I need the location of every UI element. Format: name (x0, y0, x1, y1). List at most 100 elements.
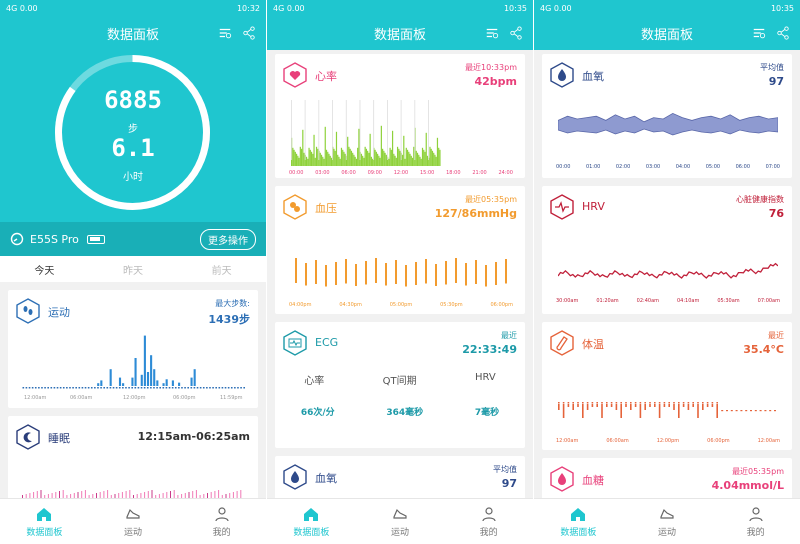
ecg-title: ECG (315, 336, 339, 349)
network-indicator: 4G 0.00 (540, 3, 572, 13)
hr-bar (423, 149, 425, 166)
share-icon[interactable] (242, 26, 256, 40)
hr-bar (308, 147, 310, 166)
more-actions-button[interactable]: 更多操作 (200, 228, 256, 250)
temp-bar (582, 404, 584, 418)
nav-me[interactable]: 我的 (711, 499, 800, 544)
network-indicator: 4G 0.00 (6, 3, 38, 13)
nav-me[interactable]: 我的 (177, 499, 266, 544)
hr-spike (428, 100, 429, 160)
temp-bar (586, 404, 589, 410)
drop-icon (283, 464, 307, 490)
temp-bar (630, 404, 632, 410)
nav-label: 数据面板 (560, 527, 597, 538)
hr-bar (320, 154, 323, 166)
tick-label: 02:40am (636, 298, 659, 304)
tab-today[interactable]: 今天 (34, 262, 54, 277)
tick-label: 04:00 (675, 164, 691, 170)
nav-dashboard[interactable]: 数据面板 (534, 499, 623, 544)
share-icon[interactable] (509, 26, 523, 40)
bp-bar (485, 265, 487, 287)
hr-bar (425, 132, 427, 166)
temp-dash (735, 410, 738, 412)
tab-day-before[interactable]: 前天 (212, 262, 232, 277)
screen-dashboard-3: 4G 0.00 10:35 数据面板 血氧 平均值 97 00:00 01:00 (534, 0, 800, 544)
temp-bar (634, 404, 637, 407)
footprint-icon (16, 298, 40, 324)
temp-bar (558, 404, 560, 410)
hr-bar (365, 148, 367, 166)
sleep-segment (173, 490, 175, 498)
baseline-dash (112, 387, 115, 389)
screen-dashboard-1: 4G 0.00 10:32 数据面板 6885 步 6.1 小时 E55S Pr… (0, 0, 266, 544)
sport-bar (165, 379, 168, 386)
hr-bar (339, 158, 341, 166)
filter-icon[interactable] (485, 26, 499, 40)
ecg-icon (283, 330, 307, 356)
tick-label: 12:00am (757, 438, 780, 444)
temp-dash (769, 410, 772, 412)
temp-point (673, 402, 675, 404)
baseline-dash (187, 387, 189, 389)
baseline-dash (140, 387, 143, 389)
temp-bar (649, 404, 651, 407)
hr-bar (313, 134, 315, 166)
temp-point (697, 402, 699, 404)
filter-icon[interactable] (218, 26, 232, 40)
spo2-card[interactable]: 血氧 平均值 97 00:00 01:00 02:00 03:00 04:00 … (542, 54, 792, 178)
hrv-card[interactable]: HRV 心脏健康指数 76 30:00am 01:20am 02:40am 04… (542, 186, 792, 314)
temp-point (663, 402, 666, 404)
hr-bar (309, 149, 311, 166)
hours-unit: 小时 (123, 172, 143, 183)
nav-dashboard[interactable]: 数据面板 (0, 499, 89, 544)
sleep-segment (103, 491, 105, 498)
sport-card[interactable]: 运动 最大步数: 1439步 12:00am 06:00am 12:00pm 0… (8, 290, 258, 408)
sleep-chart (22, 490, 242, 498)
baseline-dash (159, 387, 161, 389)
tick-label: 04:10am (676, 298, 700, 304)
nav-sport[interactable]: 运动 (89, 499, 178, 544)
baseline-dash (156, 387, 158, 389)
nav-me[interactable]: 我的 (444, 499, 533, 544)
temp-bar (639, 404, 642, 418)
share-icon[interactable] (776, 26, 790, 40)
heart-rate-card[interactable]: 心率 最近10:33pm 42bpm 00:00 03:00 06:00 09:… (275, 54, 525, 178)
page-title: 数据面板 (373, 27, 426, 43)
baseline-dash (109, 387, 112, 389)
bp-bar (415, 262, 417, 285)
baseline-dash (171, 387, 174, 389)
tab-yesterday[interactable]: 昨天 (123, 262, 143, 277)
nav-sport[interactable]: 运动 (356, 499, 445, 544)
filter-icon[interactable] (752, 26, 766, 40)
nav-label: 运动 (124, 527, 143, 538)
tick-label: 03:00 (645, 164, 661, 170)
hr-bar (315, 146, 318, 166)
hr-bar (395, 157, 397, 166)
tick-label: 02:00 (615, 164, 631, 170)
hr-bar (319, 152, 321, 166)
home-icon (571, 507, 586, 521)
sleep-card[interactable]: 睡眠 12:15am-06:25am (8, 416, 258, 502)
baseline-dash (215, 387, 217, 389)
sleep-segment (151, 490, 153, 498)
hr-bar (369, 133, 371, 166)
hr-bar (333, 148, 335, 166)
temp-point (577, 402, 579, 404)
nav-dashboard[interactable]: 数据面板 (267, 499, 356, 544)
baseline-dash (146, 387, 149, 389)
ecg-val-hr: 66次/分 (300, 408, 335, 418)
home-icon (37, 507, 52, 521)
hrv-line (558, 262, 778, 279)
sleep-segment (40, 490, 42, 498)
hr-bar (435, 156, 437, 166)
ecg-time: 22:33:49 (462, 343, 517, 356)
drops-icon (550, 466, 574, 492)
hr-bar (293, 149, 295, 166)
nav-sport[interactable]: 运动 (623, 499, 712, 544)
temperature-card[interactable]: 体温 最近 35.4°C 12:00am 06:00am 12:00pm 06:… (542, 322, 792, 450)
ecg-col-hr: 心率 (304, 376, 325, 387)
ecg-card[interactable]: ECG 最近 22:33:49 心率 QT间期 HRV 66次/分 364毫秒 … (275, 322, 525, 448)
blood-pressure-card[interactable]: 血压 最近05:35pm 127/86mmHg 04:00pm 04:30pm … (275, 186, 525, 314)
hr-bar (322, 156, 324, 166)
temp-dash (721, 410, 724, 412)
